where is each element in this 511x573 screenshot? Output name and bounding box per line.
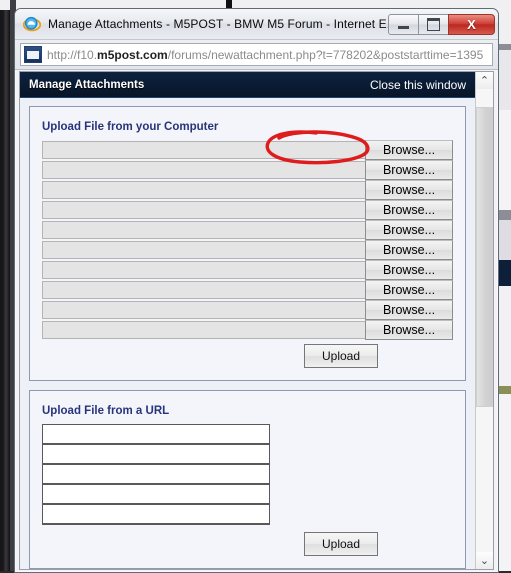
browse-cell: Browse...	[365, 300, 453, 320]
page-body: Upload File from your Computer Browse...…	[20, 98, 475, 569]
internet-explorer-icon	[23, 16, 41, 32]
close-this-window-link[interactable]: Close this window	[370, 78, 466, 92]
file-path-field[interactable]	[42, 220, 365, 240]
file-path-field[interactable]	[42, 200, 365, 220]
browse-button-9[interactable]: Browse...	[365, 300, 453, 320]
page-title: Manage Attachments	[29, 78, 145, 91]
browse-button-7[interactable]: Browse...	[365, 260, 453, 280]
minimize-icon	[398, 25, 409, 29]
url-path: /forums/newattachment.php?t=778202&posts…	[167, 47, 484, 62]
page-viewport: Manage Attachments Close this window Upl…	[19, 71, 494, 570]
scrollbar-track[interactable]	[476, 89, 493, 552]
page-header-bar: Manage Attachments Close this window	[20, 72, 475, 98]
address-bar[interactable]: http://f10.m5post.com/forums/newattachme…	[20, 43, 493, 66]
page-content: Manage Attachments Close this window Upl…	[20, 72, 475, 569]
browse-cell: Browse...	[365, 220, 453, 240]
upload-button-row-url: Upload	[42, 532, 453, 556]
url-scheme: http://f10.	[47, 47, 98, 62]
file-upload-table: Browse... Browse... Browse... Browse... Brow…	[42, 140, 453, 340]
file-upload-row: Browse...	[42, 240, 453, 260]
browse-button-4[interactable]: Browse...	[365, 200, 453, 220]
minimize-button[interactable]	[388, 13, 419, 35]
upload-button-row-computer: Upload	[42, 344, 453, 368]
browse-button-8[interactable]: Browse...	[365, 280, 453, 300]
browse-cell: Browse...	[365, 240, 453, 260]
file-path-field[interactable]	[42, 140, 365, 160]
file-path-input[interactable]	[42, 181, 365, 199]
file-path-input[interactable]	[42, 321, 365, 339]
page-icon	[24, 46, 42, 63]
address-bar-area: http://f10.m5post.com/forums/newattachme…	[15, 40, 498, 70]
vertical-scrollbar[interactable]: ⌃ ⌄	[475, 72, 493, 569]
browse-button-10[interactable]: Browse...	[365, 320, 453, 340]
browse-cell: Browse...	[365, 160, 453, 180]
url-input-2[interactable]	[42, 444, 270, 465]
file-path-input[interactable]	[42, 221, 365, 239]
browse-cell: Browse...	[365, 180, 453, 200]
close-button[interactable]: X	[448, 13, 495, 35]
window-title-bar[interactable]: Manage Attachments - M5POST - BMW M5 For…	[15, 9, 498, 40]
close-icon: X	[467, 16, 476, 32]
file-path-field[interactable]	[42, 160, 365, 180]
scroll-down-button[interactable]: ⌄	[476, 552, 493, 569]
file-upload-row: Browse...	[42, 180, 453, 200]
file-path-field[interactable]	[42, 300, 365, 320]
file-upload-row: Browse...	[42, 260, 453, 280]
address-bar-url: http://f10.m5post.com/forums/newattachme…	[47, 48, 483, 62]
browse-cell: Browse...	[365, 280, 453, 300]
upload-from-computer-legend: Upload File from your Computer	[42, 121, 225, 133]
background-page-left	[0, 0, 10, 571]
browse-button-2[interactable]: Browse...	[365, 160, 453, 180]
file-upload-row: Browse...	[42, 320, 453, 340]
maximize-button[interactable]	[418, 13, 449, 35]
upload-from-url-legend: Upload File from a URL	[42, 405, 176, 417]
url-input-5[interactable]	[42, 504, 270, 525]
file-upload-row: Browse...	[42, 140, 453, 160]
browse-button-5[interactable]: Browse...	[365, 220, 453, 240]
scrollbar-thumb[interactable]	[476, 107, 493, 407]
browse-cell: Browse...	[365, 140, 453, 160]
url-input-list	[42, 424, 453, 525]
file-path-field[interactable]	[42, 320, 365, 340]
file-path-field[interactable]	[42, 240, 365, 260]
url-input-4[interactable]	[42, 484, 270, 505]
file-path-field[interactable]	[42, 260, 365, 280]
browse-button-1[interactable]: Browse...	[365, 140, 453, 160]
upload-from-computer-panel: Upload File from your Computer Browse...…	[29, 106, 466, 381]
file-upload-row: Browse...	[42, 220, 453, 240]
file-path-input[interactable]	[42, 261, 365, 279]
upload-button-computer[interactable]: Upload	[304, 344, 378, 368]
upload-button-url[interactable]: Upload	[304, 532, 378, 556]
scroll-up-button[interactable]: ⌃	[476, 72, 493, 89]
url-input-1[interactable]	[42, 424, 270, 445]
browser-window: Manage Attachments - M5POST - BMW M5 For…	[14, 8, 499, 573]
browse-button-6[interactable]: Browse...	[365, 240, 453, 260]
file-upload-row: Browse...	[42, 160, 453, 180]
file-upload-row: Browse...	[42, 280, 453, 300]
file-upload-row: Browse...	[42, 200, 453, 220]
file-path-input[interactable]	[42, 161, 365, 179]
browse-button-3[interactable]: Browse...	[365, 180, 453, 200]
upload-from-url-panel: Upload File from a URL Upload	[29, 390, 466, 569]
window-controls: X	[388, 13, 495, 35]
file-path-field[interactable]	[42, 180, 365, 200]
file-upload-row: Browse...	[42, 300, 453, 320]
file-path-input[interactable]	[42, 301, 365, 319]
browse-cell: Browse...	[365, 200, 453, 220]
window-title: Manage Attachments - M5POST - BMW M5 For…	[48, 17, 389, 31]
browse-cell: Browse...	[365, 260, 453, 280]
url-domain: m5post.com	[97, 47, 168, 62]
file-path-input[interactable]	[42, 281, 365, 299]
url-input-3[interactable]	[42, 464, 270, 485]
file-path-field[interactable]	[42, 280, 365, 300]
maximize-icon	[427, 17, 440, 31]
file-path-input[interactable]	[42, 241, 365, 259]
file-path-input[interactable]	[42, 141, 365, 159]
file-path-input[interactable]	[42, 201, 365, 219]
browse-cell: Browse...	[365, 320, 453, 340]
